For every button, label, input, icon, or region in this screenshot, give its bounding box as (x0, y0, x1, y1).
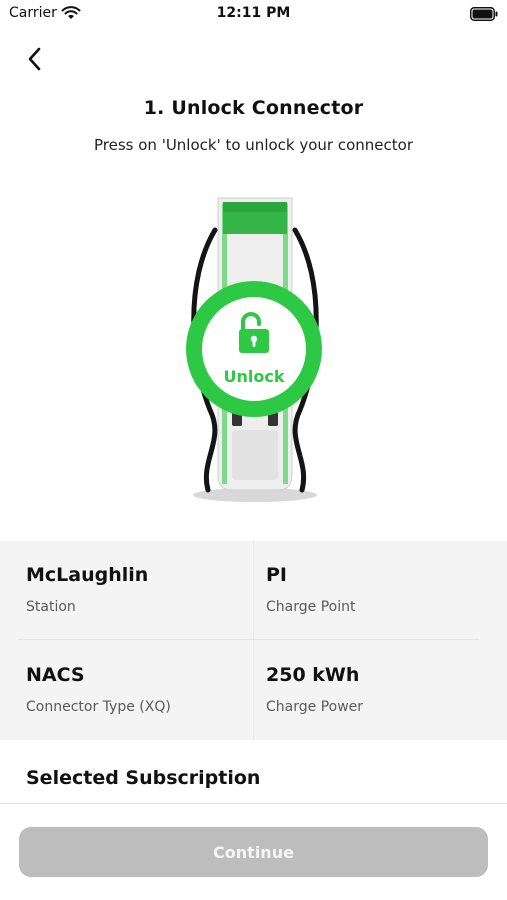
unlock-label: Unlock (223, 367, 285, 386)
charge-point-value: PI (266, 564, 287, 586)
charge-point-detail: PI Charge Point (266, 564, 355, 615)
selected-subscription-title: Selected Subscription (26, 767, 261, 789)
battery-icon (470, 6, 498, 25)
connector-type-label: Connector Type (XQ) (26, 699, 171, 715)
back-button[interactable] (20, 44, 50, 74)
charge-power-label: Charge Power (266, 699, 364, 715)
station-value: McLaughlin (26, 564, 149, 586)
chevron-left-icon (28, 47, 41, 71)
charge-power-detail: 250 kWh Charge Power (266, 664, 363, 715)
clock: 12:11 PM (216, 5, 291, 21)
station-detail: McLaughlin Station (26, 564, 148, 615)
details-divider-horizontal (18, 639, 479, 640)
continue-button[interactable]: Continue (19, 827, 488, 877)
station-label: Station (26, 599, 76, 615)
connector-type-detail: NACS Connector Type (XQ) (26, 664, 171, 715)
unlock-button-face: Unlock (202, 297, 306, 401)
connector-type-value: NACS (26, 664, 85, 686)
charge-point-label: Charge Point (266, 599, 356, 615)
unlock-button[interactable]: Unlock (186, 281, 322, 417)
section-divider (0, 803, 507, 804)
charge-power-value: 250 kWh (266, 664, 360, 686)
step-title: 1. Unlock Connector (143, 97, 364, 119)
details-divider-vertical (253, 541, 254, 740)
connector-details-panel: McLaughlin Station PI Charge Point NACS … (0, 541, 507, 740)
step-subtitle: Press on 'Unlock' to unlock your connect… (94, 136, 413, 154)
status-bar: Carrier 12:11 PM (0, 0, 507, 28)
unlocked-padlock-icon (239, 312, 269, 353)
